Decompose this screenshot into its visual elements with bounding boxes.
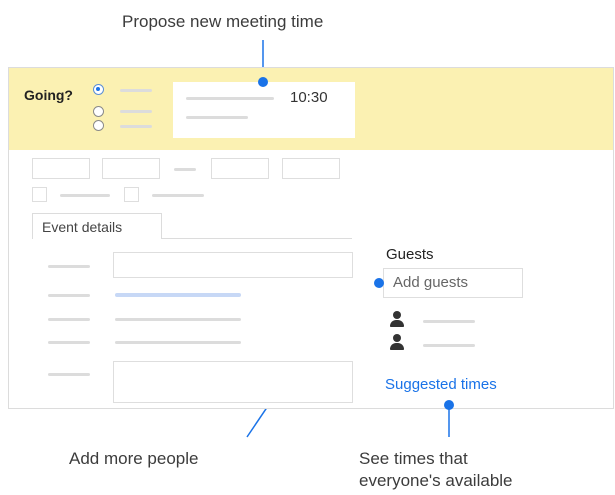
guest-name-placeholder (423, 320, 475, 323)
rsvp-option-placeholder (120, 125, 152, 128)
end-date-field[interactable] (282, 158, 340, 179)
add-guests-placeholder: Add guests (393, 274, 469, 291)
proposed-time: 10:30 (290, 89, 328, 106)
rsvp-no-radio[interactable] (93, 106, 104, 117)
checkbox-label-placeholder (152, 194, 204, 197)
date-separator (174, 168, 196, 171)
guest-name-placeholder (423, 344, 475, 347)
guest-person-icon (389, 334, 405, 352)
add-people-callout-marker (374, 278, 384, 288)
conference-link-placeholder (115, 293, 241, 297)
add-people-callout-label: Add more people (69, 449, 199, 468)
suggested-times-callout-marker (444, 400, 454, 410)
see-times-callout-label-line2: everyone's available (359, 471, 513, 490)
tab-event-details-label: Event details (42, 219, 123, 235)
detail-value-placeholder (115, 341, 241, 344)
all-day-checkbox[interactable] (32, 187, 47, 202)
suggested-times-link[interactable]: Suggested times (385, 376, 497, 393)
tab-underline (162, 238, 352, 239)
repeat-checkbox[interactable] (124, 187, 139, 202)
see-times-callout-label-line1: See times that (359, 449, 468, 468)
detail-label-placeholder (48, 294, 90, 297)
description-field[interactable] (113, 361, 353, 403)
start-date-field[interactable] (32, 158, 90, 179)
rsvp-option-placeholder (120, 89, 152, 92)
end-time-field[interactable] (211, 158, 269, 179)
going-label: Going? (24, 87, 73, 103)
rsvp-yes-radio[interactable] (93, 84, 104, 95)
proposal-text-placeholder (186, 97, 274, 100)
checkbox-label-placeholder (60, 194, 110, 197)
rsvp-option-placeholder (120, 110, 152, 113)
detail-label-placeholder (48, 341, 90, 344)
detail-label-placeholder (48, 373, 90, 376)
rsvp-maybe-radio[interactable] (93, 120, 104, 131)
propose-callout-marker (258, 77, 268, 87)
guests-heading: Guests (386, 246, 434, 263)
location-field[interactable] (113, 252, 353, 278)
proposal-text-placeholder (186, 116, 248, 119)
detail-value-placeholder (115, 318, 241, 321)
propose-time-card[interactable] (173, 82, 355, 138)
detail-label-placeholder (48, 318, 90, 321)
start-time-field[interactable] (102, 158, 160, 179)
guest-person-icon (389, 311, 405, 329)
detail-label-placeholder (48, 265, 90, 268)
